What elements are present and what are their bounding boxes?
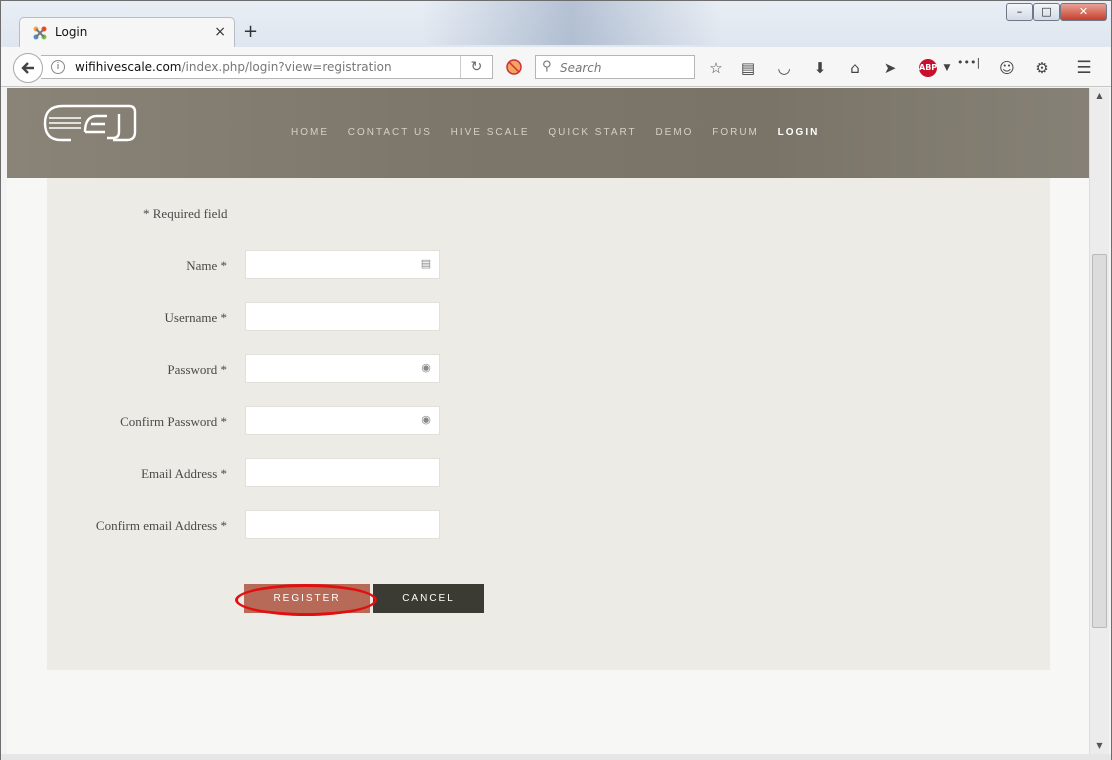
page-viewport: HOME CONTACT US HIVE SCALE QUICK START D… (7, 88, 1089, 754)
joomla-favicon-icon (33, 26, 47, 40)
registration-panel: * Required field Name * ▤ Username * Pas… (47, 178, 1050, 670)
nav-forum[interactable]: FORUM (712, 127, 759, 138)
chat-icon[interactable]: ☺ (997, 58, 1017, 78)
site-header: HOME CONTACT US HIVE SCALE QUICK START D… (7, 88, 1089, 178)
search-placeholder: Search (560, 61, 602, 75)
main-nav: HOME CONTACT US HIVE SCALE QUICK START D… (291, 127, 833, 138)
required-note: * Required field (143, 206, 228, 221)
tab-close-icon[interactable]: × (214, 24, 226, 40)
browser-window: Login × + – □ ✕ i wifihivescale.com/inde… (0, 0, 1112, 760)
tab-login[interactable]: Login × (19, 17, 235, 47)
adblock-plus-icon[interactable]: ABP (919, 59, 937, 77)
overflow-dots-icon[interactable]: •••| (957, 53, 980, 73)
nav-toolbar: i wifihivescale.com/index.php/login?view… (1, 47, 1111, 87)
name-field[interactable]: ▤ (245, 250, 440, 279)
extension-icon[interactable]: ⚙ (1032, 58, 1052, 78)
reading-list-icon[interactable]: ▤ (738, 58, 758, 78)
send-icon[interactable]: ➤ (880, 58, 900, 78)
email-label: Email Address * (141, 466, 227, 481)
password-label: Password * (167, 362, 227, 377)
nav-login[interactable]: LOGIN (778, 127, 820, 138)
window-close-button[interactable]: ✕ (1060, 3, 1107, 21)
search-icon: ⚲ (542, 59, 552, 74)
username-field[interactable] (245, 302, 440, 331)
confirm-email-field[interactable] (245, 510, 440, 539)
back-button[interactable] (13, 53, 43, 83)
site-info-icon[interactable]: i (51, 60, 65, 74)
scrollbar-thumb[interactable] (1092, 254, 1107, 628)
bookmark-star-icon[interactable]: ☆ (706, 58, 726, 78)
confirm-email-label: Confirm email Address * (95, 518, 227, 533)
menu-hamburger-icon[interactable]: ☰ (1074, 58, 1094, 78)
name-label: Name * (186, 258, 227, 273)
scroll-up-icon[interactable]: ▲ (1090, 88, 1109, 104)
scroll-down-icon[interactable]: ▼ (1090, 738, 1109, 754)
confirm-password-field[interactable]: ◉ (245, 406, 440, 435)
confirm-password-label: Confirm Password * (120, 414, 227, 429)
url-bar[interactable]: i wifihivescale.com/index.php/login?view… (41, 55, 493, 79)
username-label: Username * (164, 310, 227, 325)
contact-card-icon: ▤ (420, 258, 432, 270)
blocked-addon-icon[interactable] (504, 58, 524, 78)
window-maximize-button[interactable]: □ (1033, 3, 1060, 21)
password-field[interactable]: ◉ (245, 354, 440, 383)
tab-bar: Login × + – □ ✕ (1, 1, 1111, 47)
back-arrow-icon (21, 62, 34, 74)
new-tab-icon[interactable]: + (243, 21, 258, 42)
window-bottom-edge (1, 754, 1111, 760)
reload-icon[interactable]: ↻ (460, 56, 492, 78)
cancel-button[interactable]: CANCEL (373, 584, 484, 613)
nav-home[interactable]: HOME (291, 127, 329, 138)
nav-contact-us[interactable]: CONTACT US (348, 127, 432, 138)
pocket-icon[interactable]: ◡ (774, 58, 794, 78)
site-logo[interactable] (41, 102, 137, 146)
key-icon: ◉ (421, 362, 431, 374)
key-icon: ◉ (421, 414, 431, 426)
email-field[interactable] (245, 458, 440, 487)
nav-quick-start[interactable]: QUICK START (548, 127, 636, 138)
search-input[interactable]: ⚲ Search (535, 55, 695, 79)
window-minimize-button[interactable]: – (1006, 3, 1033, 21)
vertical-scrollbar[interactable]: ▲ ▼ (1089, 88, 1109, 754)
nav-demo[interactable]: DEMO (655, 127, 693, 138)
nav-hive-scale[interactable]: HIVE SCALE (451, 127, 530, 138)
register-button[interactable]: REGISTER (244, 584, 370, 613)
titlebar-blur (421, 1, 721, 45)
downloads-icon[interactable]: ⬇ (810, 58, 830, 78)
abp-dropdown-icon[interactable]: ▼ (937, 58, 957, 78)
tab-title: Login (55, 25, 88, 39)
url-text: wifihivescale.com/index.php/login?view=r… (75, 60, 392, 74)
home-icon[interactable]: ⌂ (845, 58, 865, 78)
